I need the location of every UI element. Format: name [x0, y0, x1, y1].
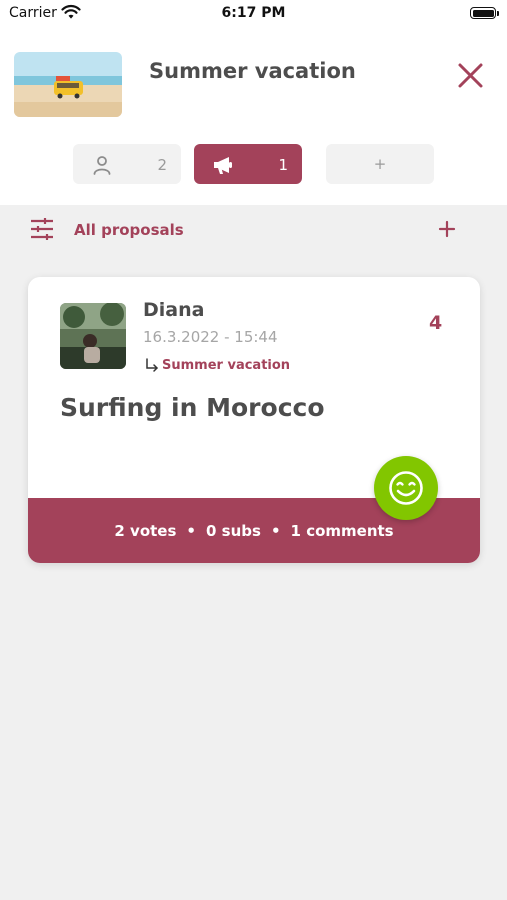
- reply-arrow-icon: [146, 358, 158, 372]
- proposal-title: Surfing in Morocco: [60, 393, 325, 422]
- close-icon[interactable]: [452, 57, 489, 94]
- members-count: 2: [157, 156, 167, 174]
- proposal-card[interactable]: Diana 16.3.2022 - 15:44 Summer vacation …: [28, 277, 480, 563]
- comments-count: 1 comments: [290, 522, 394, 540]
- avatar: [60, 303, 126, 369]
- author-name: Diana: [143, 299, 205, 321]
- post-date: 16.3.2022 - 15:44: [143, 328, 278, 346]
- separator-dot: •: [186, 522, 196, 540]
- battery-cap: [497, 11, 499, 16]
- parent-trip-link[interactable]: Summer vacation: [162, 358, 290, 373]
- proposals-count: 1: [278, 156, 288, 174]
- vote-score: 4: [429, 312, 443, 334]
- votes-count: 2 votes: [114, 522, 177, 540]
- tab-add[interactable]: +: [326, 144, 434, 184]
- separator-dot: •: [270, 522, 281, 540]
- tab-members[interactable]: 2: [73, 144, 181, 184]
- add-tab-label: +: [373, 155, 387, 173]
- plus-icon[interactable]: [435, 217, 459, 241]
- status-bar: Carrier 6:17 PM: [0, 0, 507, 28]
- megaphone-icon: [214, 157, 232, 174]
- smiley-icon: [389, 471, 423, 505]
- trip-title: Summer vacation: [149, 59, 356, 83]
- trip-thumbnail: [14, 52, 122, 117]
- filter-label[interactable]: All proposals: [74, 221, 184, 239]
- proposal-stats: 2 votes • 0 subs • 1 comments: [28, 522, 480, 540]
- clock: 6:17 PM: [221, 5, 286, 21]
- tab-proposals[interactable]: 1: [194, 144, 302, 184]
- subs-count: 0 subs: [206, 522, 261, 540]
- sliders-icon[interactable]: [30, 218, 54, 240]
- reaction-button[interactable]: [374, 456, 438, 520]
- person-icon: [93, 156, 111, 175]
- battery-icon: [470, 7, 496, 19]
